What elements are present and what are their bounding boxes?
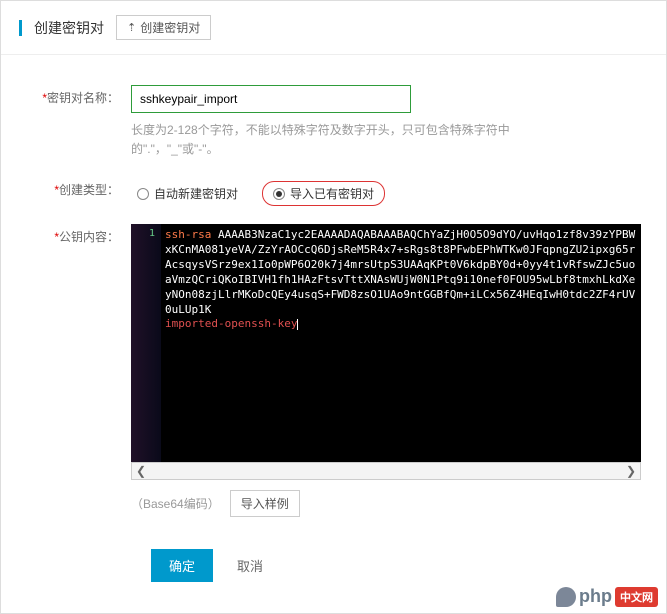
radio-icon [137, 188, 149, 200]
pubkey-code-editor[interactable]: 1 ssh-rsa AAAAB3NzaC1yc2EAAAADAQABAAABAQ… [131, 224, 641, 462]
upload-button-label: 创建密钥对 [140, 19, 200, 36]
elephant-icon [556, 587, 576, 607]
title-bar [19, 20, 22, 36]
scroll-left-icon[interactable]: ❮ [132, 464, 150, 478]
page-title: 创建密钥对 [34, 18, 104, 38]
scroll-right-icon[interactable]: ❯ [622, 464, 640, 478]
radio-auto-new[interactable]: 自动新建密钥对 [131, 183, 244, 204]
radio-import-label: 导入已有密钥对 [290, 185, 374, 202]
keypair-name-input[interactable] [131, 85, 411, 113]
radio-import-existing[interactable]: 导入已有密钥对 [262, 181, 385, 206]
watermark: php 中文网 [556, 586, 658, 607]
name-hint: 长度为2-128个字符，不能以特殊字符及数字开头，只可包含特殊字符中的"."，"… [131, 121, 511, 159]
cancel-button[interactable]: 取消 [227, 549, 273, 582]
import-sample-button[interactable]: 导入样例 [230, 490, 300, 517]
horizontal-scrollbar[interactable]: ❮ ❯ [131, 462, 641, 480]
create-keypair-header-button[interactable]: ⇡ 创建密钥对 [116, 15, 211, 40]
line-number-gutter: 1 [131, 224, 161, 462]
encoding-text: （Base64编码） [131, 495, 220, 512]
radio-auto-label: 自动新建密钥对 [154, 185, 238, 202]
label-create-type: *创建类型： [21, 177, 131, 206]
upload-icon: ⇡ [127, 21, 136, 34]
radio-icon [273, 188, 285, 200]
code-content: ssh-rsa AAAAB3NzaC1yc2EAAAADAQABAAABAQCh… [161, 224, 641, 462]
confirm-button[interactable]: 确定 [151, 549, 213, 582]
label-keypair-name: *密钥对名称： [21, 85, 131, 159]
label-pubkey-content: *公钥内容： [21, 224, 131, 531]
